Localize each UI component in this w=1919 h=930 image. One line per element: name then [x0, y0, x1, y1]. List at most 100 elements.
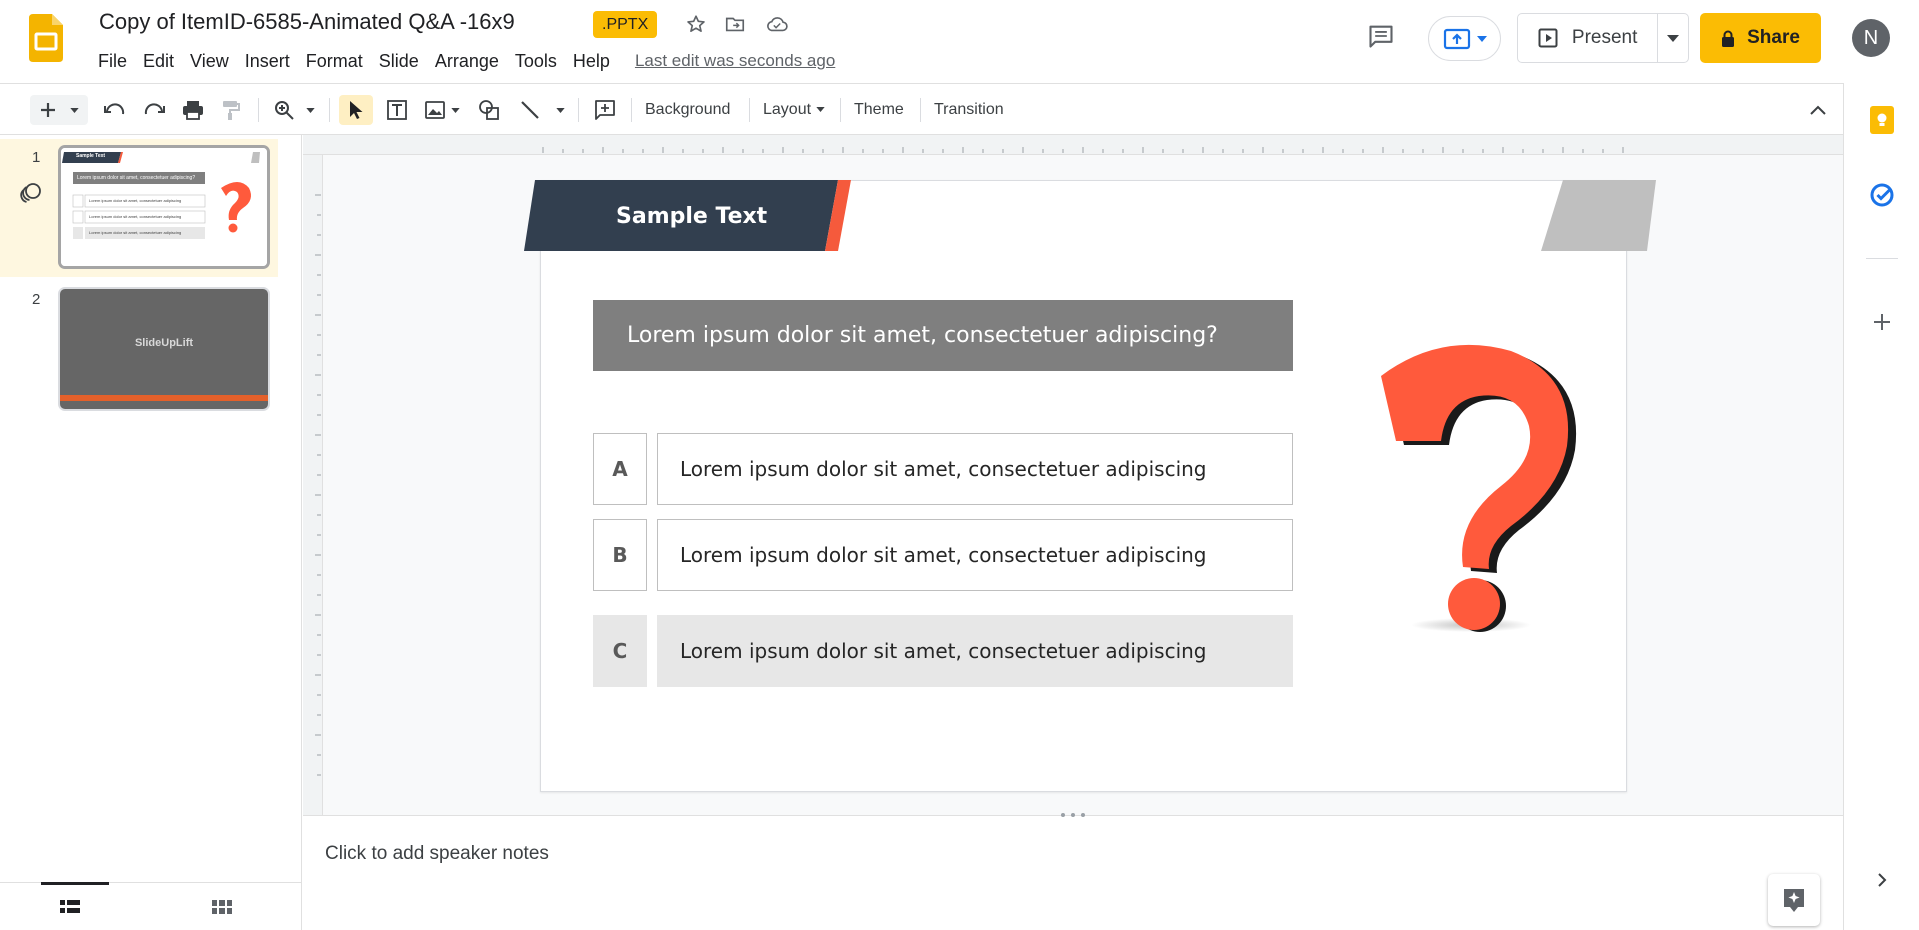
menu-tools[interactable]: Tools — [507, 49, 565, 73]
transition-button[interactable]: Transition — [934, 97, 1004, 123]
slide-corner-tab[interactable] — [1541, 180, 1656, 251]
account-avatar[interactable]: N — [1852, 19, 1890, 57]
toolbar-divider — [920, 98, 921, 122]
theme-button[interactable]: Theme — [854, 97, 904, 123]
collapse-toolbar-button[interactable] — [1804, 95, 1832, 125]
grid-view-button[interactable] — [212, 899, 232, 920]
chevron-right-icon — [1878, 873, 1887, 887]
toolbar-divider — [578, 98, 579, 122]
menu-arrange[interactable]: Arrange — [427, 49, 507, 73]
chevron-down-icon — [815, 107, 825, 113]
toolbar: Background Layout Theme Transition — [0, 83, 1843, 135]
chevron-down-icon — [555, 107, 565, 113]
undo-button[interactable] — [100, 95, 130, 125]
menu-slide[interactable]: Slide — [371, 49, 427, 73]
filmstrip-slide-2[interactable]: 2 SlideUpLift — [0, 281, 278, 419]
present-button-group: Present — [1517, 13, 1689, 63]
redo-button[interactable] — [139, 95, 169, 125]
slides-logo-icon[interactable] — [29, 14, 63, 62]
horizontal-ruler[interactable] — [303, 135, 1843, 155]
star-icon[interactable] — [683, 11, 709, 37]
slide-thumbnail: Sample Text Lorem ipsum dolor sit amet, … — [58, 145, 270, 269]
new-slide-button[interactable] — [30, 95, 88, 125]
speaker-notes[interactable]: Click to add speaker notes — [303, 813, 1843, 930]
side-panel — [1843, 83, 1919, 930]
present-dropdown-button[interactable] — [1658, 14, 1688, 62]
toolbar-divider — [840, 98, 841, 122]
tasks-icon — [1870, 183, 1894, 207]
paint-format-button[interactable] — [216, 95, 246, 125]
tasks-button[interactable] — [1865, 178, 1899, 212]
last-edit-link[interactable]: Last edit was seconds ago — [635, 49, 835, 73]
text-box-icon — [387, 100, 407, 120]
cloud-saved-icon[interactable] — [764, 11, 790, 37]
menu-format[interactable]: Format — [298, 49, 371, 73]
present-label: Present — [1571, 27, 1638, 48]
show-side-panel-button[interactable] — [1865, 863, 1899, 897]
vertical-ruler[interactable] — [303, 155, 323, 815]
chevron-down-icon — [305, 107, 315, 113]
explore-icon — [1784, 889, 1804, 912]
share-button[interactable]: Share — [1700, 13, 1821, 63]
move-folder-icon[interactable] — [722, 11, 748, 37]
shape-button[interactable] — [474, 95, 504, 125]
slide-canvas[interactable]: Sample Text Lorem ipsum dolor sit amet, … — [303, 135, 1843, 815]
option-letter-b[interactable]: B — [593, 519, 647, 591]
slide-header-text[interactable]: Sample Text — [616, 204, 767, 229]
menu-view[interactable]: View — [182, 49, 237, 73]
menu-bar: File Edit View Insert Format Slide Arran… — [90, 49, 835, 73]
comment-history-button[interactable] — [1365, 20, 1397, 52]
print-button[interactable] — [178, 95, 208, 125]
thumb-option-text: Lorem ipsum dolor sit amet, consectetuer… — [89, 230, 182, 235]
menu-help[interactable]: Help — [565, 49, 618, 73]
add-comment-icon — [595, 100, 615, 120]
chevron-down-icon — [1476, 35, 1487, 42]
text-box-button[interactable] — [382, 95, 412, 125]
filmstrip-slide-1[interactable]: 1 Sample Text Lorem ipsum dolor sit amet… — [0, 139, 278, 277]
zoom-button[interactable] — [268, 95, 320, 125]
present-icon — [1538, 28, 1558, 48]
explore-button[interactable] — [1768, 874, 1820, 926]
slide-thumbnail: SlideUpLift — [58, 287, 270, 411]
layout-label: Layout — [763, 101, 812, 118]
document-title[interactable]: Copy of ItemID-6585-Animated Q&A -16x9 — [99, 9, 515, 35]
option-text-a[interactable]: Lorem ipsum dolor sit amet, consectetuer… — [657, 433, 1293, 505]
option-text-c[interactable]: Lorem ipsum dolor sit amet, consectetuer… — [657, 615, 1293, 687]
shape-icon — [479, 100, 499, 120]
present-button[interactable]: Present — [1518, 14, 1659, 62]
slide-number: 1 — [32, 149, 41, 166]
background-button[interactable]: Background — [645, 97, 730, 123]
line-button[interactable] — [516, 95, 568, 125]
meet-present-button[interactable] — [1428, 16, 1501, 61]
file-type-badge: .PPTX — [593, 11, 658, 38]
filmstrip-view-button[interactable] — [60, 899, 80, 920]
get-addons-button[interactable] — [1865, 305, 1899, 339]
slide[interactable]: Sample Text Lorem ipsum dolor sit amet, … — [524, 180, 1656, 792]
redo-icon — [144, 103, 165, 115]
speaker-notes-placeholder[interactable]: Click to add speaker notes — [325, 843, 549, 865]
insert-comment-button[interactable] — [590, 95, 620, 125]
menu-insert[interactable]: Insert — [237, 49, 298, 73]
menu-edit[interactable]: Edit — [135, 49, 182, 73]
thumb-question-text: Lorem ipsum dolor sit amet, consectetuer… — [77, 175, 196, 181]
zoom-icon — [274, 101, 294, 120]
insert-image-button[interactable] — [420, 95, 464, 125]
menu-file[interactable]: File — [90, 49, 135, 73]
chevron-up-icon — [1810, 105, 1826, 115]
app-header: Copy of ItemID-6585-Animated Q&A -16x9 .… — [0, 0, 1919, 83]
option-letter-a[interactable]: A — [593, 433, 647, 505]
question-box[interactable]: Lorem ipsum dolor sit amet, consectetuer… — [593, 300, 1293, 371]
keep-button[interactable] — [1865, 103, 1899, 137]
share-label: Share — [1747, 27, 1800, 48]
option-text-b[interactable]: Lorem ipsum dolor sit amet, consectetuer… — [657, 519, 1293, 591]
toolbar-divider — [631, 98, 632, 122]
option-letter-c[interactable]: C — [593, 615, 647, 687]
drag-handle-icon[interactable] — [1059, 811, 1087, 819]
chevron-down-icon — [450, 107, 460, 113]
undo-icon — [104, 103, 125, 115]
thumb-option-text: Lorem ipsum dolor sit amet, consectetuer… — [89, 214, 182, 219]
question-mark-icon[interactable] — [1351, 341, 1591, 641]
animation-icon[interactable] — [19, 181, 43, 205]
layout-button[interactable]: Layout — [763, 97, 825, 123]
select-tool-button[interactable] — [339, 95, 373, 125]
